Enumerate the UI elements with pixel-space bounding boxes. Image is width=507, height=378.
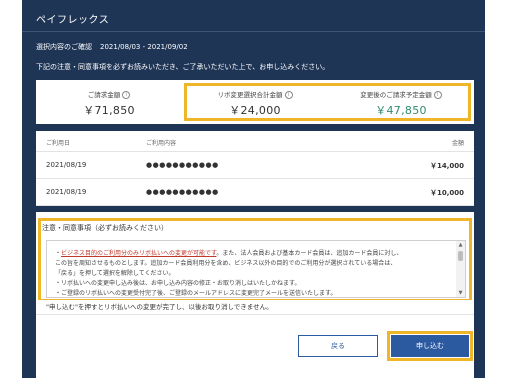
header-content: ご利用内容 — [146, 140, 177, 147]
payflex-panel: ペイフレックス 選択内容のご確認 2021/08/03 - 2021/09/02 … — [22, 0, 485, 378]
title-divider — [22, 31, 485, 32]
usage-table: ご利用日 ご利用内容 金額 2021/08/19 ●●●●●●●●●●● ￥14… — [36, 131, 474, 206]
summary-value: ￥71,850 — [83, 104, 135, 117]
right-margin — [485, 0, 507, 378]
table-row: 2021/08/19 ●●●●●●●●●●● ￥10,000 — [36, 179, 474, 206]
footnote: "申し込む"を押すとリボ払いへの変更が完了し、以後お取り消しできません。 — [36, 300, 474, 314]
summary-label: ご請求金額 — [87, 91, 121, 99]
row-content: ●●●●●●●●●●● — [146, 161, 219, 169]
highlight-box — [387, 331, 473, 361]
selection-label: 選択内容のご確認 — [36, 43, 92, 51]
notice-text: 下記の注意・同意事項を必ずお読みいただき、ご了承いただいた上で、お申し込みくださ… — [36, 63, 330, 71]
summary-box: ご請求金額 i ￥71,850 リボ変更選択合計金額 i ￥24,000 変更後のご… — [36, 80, 474, 124]
footer-divider — [36, 314, 474, 315]
info-icon[interactable]: i — [122, 91, 131, 99]
selection-info: 選択内容のご確認 2021/08/03 - 2021/09/02 — [36, 42, 188, 52]
summary-billing: ご請求金額 i ￥71,850 — [36, 80, 182, 124]
table-row: 2021/08/19 ●●●●●●●●●●● ￥14,000 — [36, 152, 474, 179]
header-amount: 金額 — [451, 140, 464, 147]
row-date: 2021/08/19 — [46, 188, 87, 196]
row-amount: ￥10,000 — [429, 189, 464, 197]
row-content: ●●●●●●●●●●● — [146, 188, 219, 196]
highlight-box — [184, 83, 471, 121]
row-amount: ￥14,000 — [429, 162, 464, 170]
left-margin — [0, 0, 22, 378]
row-date: 2021/08/19 — [46, 161, 87, 169]
header-date: ご利用日 — [46, 140, 71, 147]
back-button[interactable]: 戻る — [298, 335, 378, 357]
page-title: ペイフレックス — [36, 15, 110, 26]
selection-period: 2021/08/03 - 2021/09/02 — [100, 43, 188, 51]
footer: 戻る 申し込む — [36, 314, 474, 378]
table-header: ご利用日 ご利用内容 金額 — [36, 131, 474, 152]
terms-section: 注意・同意事項（必ずお読みください） ・ビジネス目的のご利用分のみリボ払いへの変… — [36, 212, 474, 302]
highlight-box — [38, 218, 472, 302]
